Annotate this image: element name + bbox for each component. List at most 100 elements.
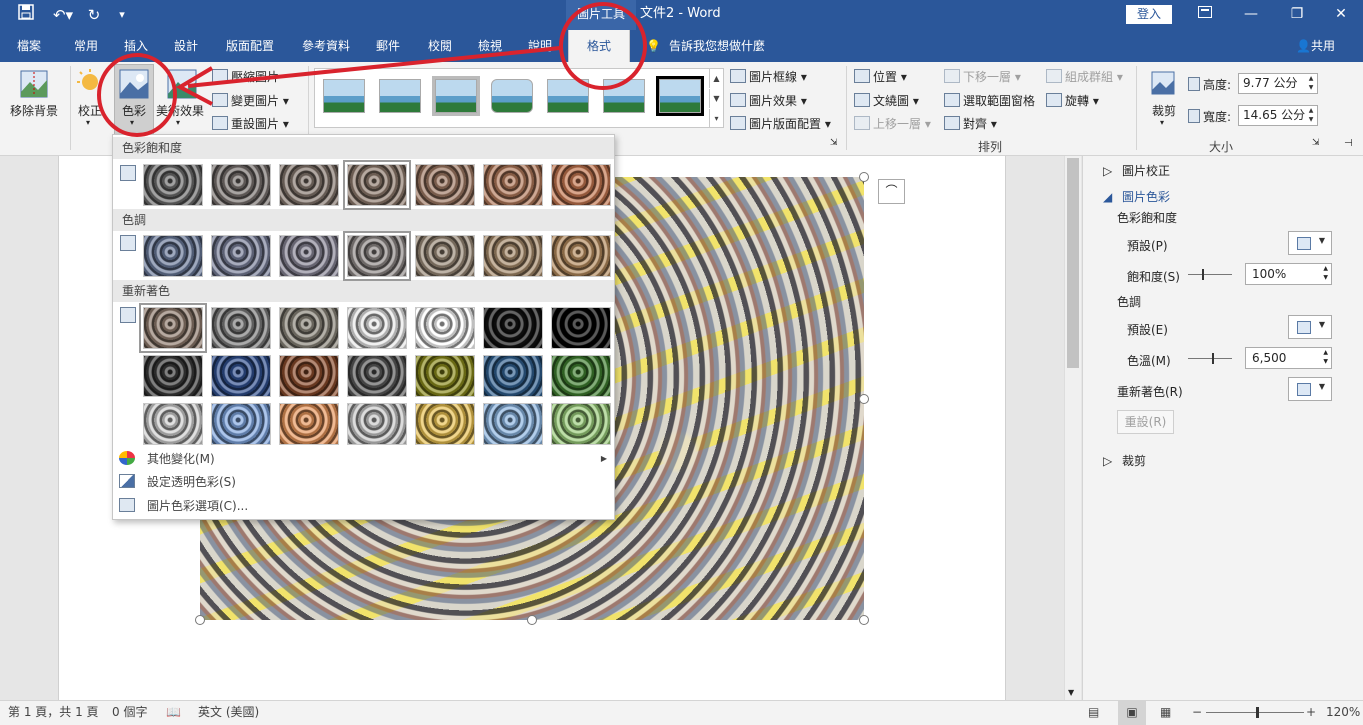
undo-icon[interactable]: ↶▾	[48, 4, 78, 26]
group-button[interactable]: 組成群組 ▾	[1046, 68, 1123, 85]
recolor-option[interactable]	[139, 303, 207, 353]
tab-layout[interactable]: 版面配置	[214, 30, 286, 62]
tab-review[interactable]: 校閱	[416, 30, 464, 62]
restore-icon[interactable]: ❐	[1274, 0, 1320, 30]
recolor-option[interactable]	[483, 355, 543, 397]
login-button[interactable]: 登入	[1126, 5, 1172, 24]
bring-forward-button[interactable]: 上移一層 ▾	[854, 115, 931, 132]
web-layout-icon[interactable]: ▦	[1160, 701, 1171, 725]
picture-corrections-section[interactable]: ▷ 圖片校正	[1103, 162, 1170, 179]
saturation-preset-dropdown[interactable]: ▼	[1288, 231, 1332, 255]
artistic-effects-dropdown-icon[interactable]: ▾	[176, 118, 180, 127]
collapse-ribbon-icon[interactable]: ⊣	[1344, 138, 1353, 149]
recolor-option[interactable]	[483, 307, 543, 349]
recolor-option[interactable]	[211, 307, 271, 349]
more-variations-item[interactable]: 其他變化(M) ▶	[119, 448, 609, 470]
picture-styles-gallery[interactable]: ▲ ▼ ▾	[314, 68, 724, 128]
corrections-dropdown-icon[interactable]: ▾	[86, 118, 90, 127]
tone-option[interactable]	[279, 235, 339, 277]
tab-view[interactable]: 檢視	[466, 30, 514, 62]
proofing-icon[interactable]: 📖	[166, 701, 181, 725]
recolor-option[interactable]	[211, 403, 271, 445]
set-transparent-color-item[interactable]: 設定透明色彩(S)	[119, 471, 236, 493]
color-dropdown-icon[interactable]: ▾	[130, 118, 134, 127]
tab-insert[interactable]: 插入	[112, 30, 160, 62]
recolor-option[interactable]	[279, 355, 339, 397]
page-count[interactable]: 第 1 頁，共 1 頁	[8, 701, 99, 725]
height-input[interactable]: 9.77 公分 ▲ ▼	[1238, 73, 1318, 94]
height-spin-icon[interactable]: ▲ ▼	[1305, 74, 1317, 93]
crop-button[interactable]: 裁剪	[1152, 102, 1176, 119]
resize-handle[interactable]	[859, 615, 869, 625]
temperature-spin-icon[interactable]: ▲ ▼	[1323, 348, 1328, 366]
saturation-option[interactable]	[143, 164, 203, 206]
share-button[interactable]: 👤共用	[1296, 30, 1335, 62]
reset-button[interactable]: 重設(R)	[1117, 410, 1174, 434]
tab-help[interactable]: 說明	[516, 30, 564, 62]
zoom-out-icon[interactable]: −	[1192, 701, 1202, 725]
recolor-option[interactable]	[347, 355, 407, 397]
minimize-icon[interactable]: —	[1228, 0, 1274, 30]
language-indicator[interactable]: 英文 (美國)	[198, 701, 259, 725]
picture-style-option[interactable]	[491, 79, 533, 113]
tab-home[interactable]: 常用	[62, 30, 110, 62]
vertical-scrollbar[interactable]: ▼	[1064, 156, 1081, 700]
picture-style-option[interactable]	[547, 79, 589, 113]
artistic-effects-button[interactable]: 美術效果	[156, 102, 204, 119]
zoom-slider[interactable]	[1206, 707, 1304, 718]
picture-color-options-item[interactable]: 圖片色彩選項(C)...	[119, 495, 248, 517]
picture-style-option[interactable]	[603, 79, 645, 113]
tab-mailings[interactable]: 郵件	[364, 30, 412, 62]
recolor-option[interactable]	[551, 307, 611, 349]
picture-style-option[interactable]	[656, 76, 704, 116]
recolor-option[interactable]	[483, 403, 543, 445]
change-picture-button[interactable]: 變更圖片 ▾	[212, 92, 289, 109]
align-button[interactable]: 對齊 ▾	[944, 115, 997, 132]
customize-qat-icon[interactable]: ▾	[110, 4, 134, 26]
recolor-option[interactable]	[551, 403, 611, 445]
recolor-option[interactable]	[279, 307, 339, 349]
wrap-text-button[interactable]: 文繞圖 ▾	[854, 92, 919, 109]
recolor-option[interactable]	[551, 355, 611, 397]
saturation-spin-icon[interactable]: ▲ ▼	[1323, 264, 1328, 282]
saturation-option[interactable]	[343, 160, 411, 210]
width-input[interactable]: 14.65 公分 ▲ ▼	[1238, 105, 1318, 126]
recolor-option[interactable]	[347, 403, 407, 445]
tab-design[interactable]: 設計	[162, 30, 210, 62]
tell-me-search[interactable]: 💡 告訴我您想做什麼	[646, 30, 765, 62]
corrections-button[interactable]: 校正	[78, 102, 102, 119]
slider-knob[interactable]	[1212, 353, 1214, 364]
remove-background-button[interactable]: 移除背景	[10, 102, 58, 119]
redo-icon[interactable]: ↻	[82, 4, 106, 26]
position-button[interactable]: 位置 ▾	[854, 68, 907, 85]
picture-border-button[interactable]: 圖片框線 ▾	[730, 68, 807, 85]
layout-options-icon[interactable]: ⌒	[878, 179, 905, 204]
recolor-dropdown[interactable]: ▼	[1288, 377, 1332, 401]
resize-handle[interactable]	[859, 394, 869, 404]
saturation-option[interactable]	[551, 164, 611, 206]
recolor-option[interactable]	[143, 403, 203, 445]
tab-format[interactable]: 格式	[568, 30, 630, 62]
saturation-option[interactable]	[279, 164, 339, 206]
ribbon-display-icon[interactable]	[1182, 0, 1228, 30]
reset-picture-button[interactable]: 重設圖片 ▾	[212, 115, 289, 132]
zoom-in-icon[interactable]: +	[1306, 701, 1316, 725]
zoom-slider-knob[interactable]	[1256, 707, 1259, 718]
tone-option[interactable]	[343, 231, 411, 281]
scroll-down-icon[interactable]: ▼	[1068, 688, 1074, 697]
selection-pane-button[interactable]: 選取範圍窗格	[944, 92, 1035, 109]
save-icon[interactable]	[14, 4, 38, 26]
slider-knob[interactable]	[1202, 269, 1204, 280]
picture-color-section[interactable]: ◢ 圖片色彩	[1103, 188, 1170, 205]
picture-layout-button[interactable]: 圖片版面配置 ▾	[730, 115, 831, 132]
recolor-option[interactable]	[143, 355, 203, 397]
close-icon[interactable]: ✕	[1318, 0, 1363, 30]
temperature-input[interactable]: 6,500 ▲ ▼	[1245, 347, 1332, 369]
saturation-option[interactable]	[415, 164, 475, 206]
send-backward-button[interactable]: 下移一層 ▾	[944, 68, 1021, 85]
recolor-option[interactable]	[415, 307, 475, 349]
scroll-thumb[interactable]	[1067, 158, 1079, 368]
recolor-option[interactable]	[415, 355, 475, 397]
recolor-option[interactable]	[347, 307, 407, 349]
picture-style-option[interactable]	[323, 79, 365, 113]
